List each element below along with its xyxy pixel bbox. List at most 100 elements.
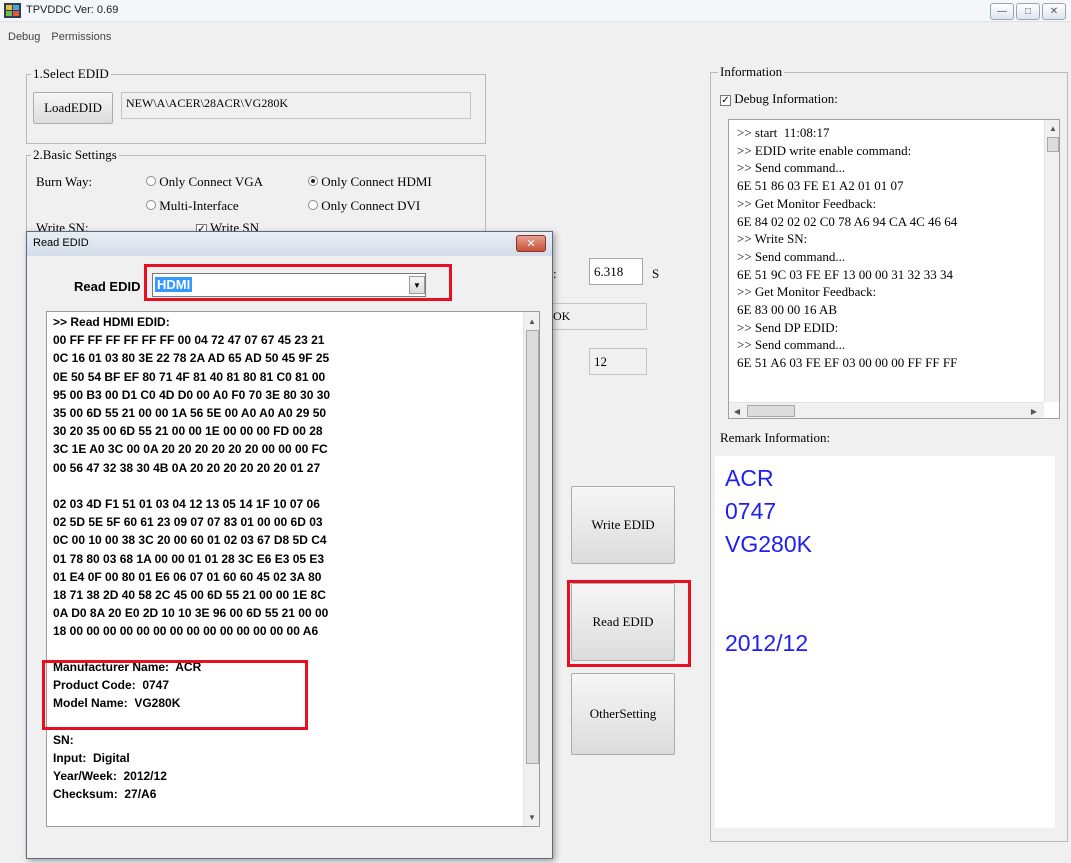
dialog-title: Read EDID — [33, 237, 89, 249]
edid-hex-lines: >> Read HDMI EDID: 00 FF FF FF FF FF FF 0… — [53, 313, 330, 641]
remark-lines: ACR 0747 VG280K 2012/12 — [725, 462, 812, 660]
time-unit-label: S — [652, 266, 660, 281]
basic-settings-title: 2.Basic Settings — [31, 147, 119, 162]
select-edid-title: 1.Select EDID — [31, 66, 111, 81]
edid-textbox[interactable]: >> Read HDMI EDID: 00 FF FF FF FF FF FF 0… — [46, 311, 540, 827]
highlight-read-edid-button — [567, 580, 691, 667]
remark-line: 2012/12 — [725, 630, 809, 656]
edid-scrollbar[interactable]: ▲ ▼ — [523, 312, 539, 826]
edid-hex-line: 18 00 00 00 00 00 00 00 00 00 00 00 00 0… — [53, 624, 319, 639]
edid-info-line: Year/Week: 2012/12 — [53, 769, 167, 784]
log-line: 6E 84 02 02 02 C0 78 A6 94 CA 4C 46 64 — [737, 213, 958, 229]
debug-info-checkbox[interactable]: ✓ — [720, 95, 731, 106]
read-edid-dialog: Read EDID ✕ Read EDID HDMI ▼ >> Read HDM… — [26, 231, 553, 859]
log-line: >> Get Monitor Feedback: — [737, 284, 877, 300]
log-line: >> Get Monitor Feedback: — [737, 195, 877, 211]
edid-hex-line: 0C 00 10 00 38 3C 20 00 60 01 02 03 67 D… — [53, 533, 327, 548]
window-title: TPVDDC Ver: 0.69 — [26, 4, 119, 16]
highlight-edid-info — [42, 660, 308, 730]
other-setting-button[interactable]: OtherSetting — [571, 673, 675, 755]
debug-log-lines: >> start 11:08:17 >> EDID write enable co… — [737, 124, 957, 372]
menu-permissions[interactable]: Permissions — [51, 31, 111, 43]
edid-scroll-down-icon[interactable]: ▼ — [524, 809, 539, 825]
information-title: Information — [718, 64, 785, 79]
option-multi-interface[interactable]: Multi-Interface — [146, 198, 239, 214]
edid-hex-line: 01 78 80 03 68 1A 00 00 01 01 28 3C E6 E… — [53, 551, 325, 566]
edid-hex-line: 02 5D 5E 5F 60 61 23 09 07 07 83 01 00 0… — [53, 515, 323, 530]
time-colon: : — [553, 266, 557, 281]
debug-log[interactable]: >> start 11:08:17 >> EDID write enable co… — [728, 119, 1060, 419]
debug-info-label: Debug Information: — [734, 91, 838, 106]
minimize-button[interactable]: — — [990, 3, 1014, 20]
write-edid-button[interactable]: Write EDID — [571, 486, 675, 564]
scroll-up-icon[interactable]: ▲ — [1045, 120, 1059, 136]
close-button[interactable]: ✕ — [1042, 3, 1066, 20]
option-only-dvi-label: Only Connect DVI — [321, 198, 421, 213]
remark-label: Remark Information: — [720, 430, 831, 445]
status-field: OK — [553, 303, 647, 330]
edid-path-field[interactable]: NEW\A\ACER\28ACR\VG280K — [121, 92, 471, 119]
radio-only-vga[interactable] — [146, 176, 156, 186]
edid-info-line: SN: — [53, 732, 74, 747]
option-only-hdmi[interactable]: Only Connect HDMI — [308, 174, 432, 190]
edid-hex-line: 30 20 35 00 6D 55 21 00 00 1E 00 00 00 F… — [53, 424, 323, 439]
app-icon — [4, 3, 21, 18]
edid-hex-line: 0E 50 54 BF EF 80 71 4F 81 40 81 80 81 C… — [53, 369, 326, 384]
radio-multi-interface[interactable] — [146, 200, 156, 210]
log-line: >> Write SN: — [737, 231, 808, 247]
log-line: >> EDID write enable command: — [737, 142, 912, 158]
edid-hex-line: 0A D0 8A 20 E0 2D 10 10 3E 96 00 6D 55 2… — [53, 606, 329, 621]
log-line: >> Send command... — [737, 160, 846, 176]
edid-hex-line: 00 FF FF FF FF FF FF 00 04 72 47 07 67 4… — [53, 333, 325, 348]
burn-way-label: Burn Way: — [36, 174, 93, 189]
remark-line — [725, 561, 812, 594]
menu-debug[interactable]: Debug — [8, 31, 40, 43]
option-only-hdmi-label: Only Connect HDMI — [321, 174, 432, 189]
option-only-vga[interactable]: Only Connect VGA — [146, 174, 263, 190]
edid-hex-line: 00 56 47 32 38 30 4B 0A 20 20 20 20 20 2… — [53, 460, 321, 475]
highlight-port-select — [144, 264, 452, 301]
log-line: >> Send command... — [737, 248, 846, 264]
edid-info-line: Checksum: 27/A6 — [53, 787, 157, 802]
edid-hex-line: 01 E4 0F 00 80 01 E6 06 07 01 60 60 45 0… — [53, 569, 322, 584]
log-horizontal-scrollbar[interactable]: ◀ ▶ — [729, 402, 1044, 418]
log-line: >> Send command... — [737, 337, 846, 353]
dialog-title-bar: Read EDID ✕ — [27, 232, 552, 256]
remark-line — [725, 594, 812, 627]
log-line: >> Send DP EDID: — [737, 319, 839, 335]
scroll-right-icon[interactable]: ▶ — [1026, 403, 1042, 418]
edid-info-line: Input: Digital — [53, 751, 130, 766]
read-edid-label: Read EDID — [74, 279, 141, 294]
option-multi-interface-label: Multi-Interface — [159, 198, 239, 213]
edid-hex-line: 35 00 6D 55 21 00 00 1A 56 5E 00 A0 A0 A… — [53, 406, 327, 421]
log-line: 6E 51 86 03 FE E1 A2 01 01 07 — [737, 178, 904, 194]
edid-hex-line: 3C 1E A0 3C 00 0A 20 20 20 20 20 20 00 0… — [53, 442, 328, 457]
log-line: >> start 11:08:17 — [737, 125, 830, 140]
log-hscroll-thumb[interactable] — [747, 405, 795, 417]
radio-only-hdmi[interactable] — [308, 176, 318, 186]
log-line: 6E 83 00 00 16 AB — [737, 302, 838, 318]
edid-hex-line: >> Read HDMI EDID: — [53, 315, 170, 329]
remark-box: ACR 0747 VG280K 2012/12 — [715, 456, 1055, 828]
edid-hex-line: 02 03 4D F1 51 01 03 04 12 13 05 14 1F 1… — [53, 497, 320, 512]
edid-hex-line — [53, 477, 330, 495]
maximize-button[interactable]: □ — [1016, 3, 1040, 20]
remark-line: ACR — [725, 465, 774, 491]
debug-info-option[interactable]: ✓ Debug Information: — [720, 91, 838, 107]
remark-line: 0747 — [725, 498, 777, 524]
load-edid-button[interactable]: LoadEDID — [33, 92, 113, 124]
edid-scroll-thumb[interactable] — [526, 330, 539, 764]
option-only-dvi[interactable]: Only Connect DVI — [308, 198, 420, 214]
dialog-close-button[interactable]: ✕ — [516, 235, 546, 252]
log-line: 6E 51 A6 03 FE EF 03 00 00 00 FF FF FF — [737, 355, 958, 371]
remark-line: VG280K — [725, 531, 812, 557]
log-scroll-thumb[interactable] — [1047, 137, 1059, 152]
radio-only-dvi[interactable] — [308, 200, 318, 210]
option-only-vga-label: Only Connect VGA — [159, 174, 264, 189]
scroll-left-icon[interactable]: ◀ — [729, 403, 745, 418]
edid-scroll-up-icon[interactable]: ▲ — [524, 313, 539, 329]
week-field: 12 — [589, 348, 647, 375]
edid-hex-line: 95 00 B3 00 D1 C0 4D D0 00 A0 F0 70 3E 8… — [53, 387, 331, 402]
log-vertical-scrollbar[interactable]: ▲ — [1044, 120, 1059, 402]
menu-bar: Debug Permissions — [0, 31, 114, 47]
